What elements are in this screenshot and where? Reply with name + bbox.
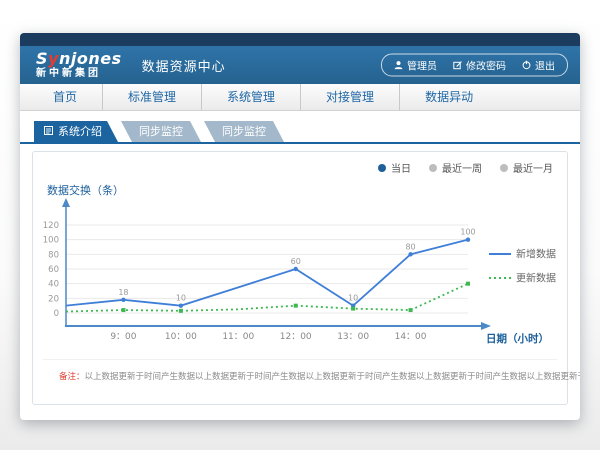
svg-text:80: 80 xyxy=(405,242,415,251)
brand-logo: Synjones 新中新集团 xyxy=(36,51,122,79)
logout-button[interactable]: 退出 xyxy=(522,58,555,73)
brand-logo-text: Synjones xyxy=(36,51,122,67)
tab-system-intro[interactable]: 系统介绍 xyxy=(34,121,118,142)
footnote-text: 以上数据更新于时间产生数据以上数据更新于时间产生数据以上数据更新于时间产生数据以… xyxy=(85,372,580,382)
nav-item-interface-mgmt[interactable]: 对接管理 xyxy=(300,84,399,110)
svg-text:日期（小时）: 日期（小时） xyxy=(486,332,549,345)
nav-item-data-change[interactable]: 数据异动 xyxy=(399,84,498,110)
svg-text:80: 80 xyxy=(48,250,59,260)
footnote-label: 备注： xyxy=(59,372,85,382)
page-background: Synjones 新中新集团 数据资源中心 管理员 修改密码 xyxy=(0,0,600,450)
change-password-button-label: 修改密码 xyxy=(466,58,506,73)
svg-text:10: 10 xyxy=(176,294,186,303)
svg-text:10：00: 10：00 xyxy=(165,332,197,342)
logo-letters-rest: njones xyxy=(59,49,122,68)
svg-text:18: 18 xyxy=(118,288,128,297)
page-title: 数据资源中心 xyxy=(142,56,226,75)
edit-icon xyxy=(453,61,462,70)
logo-letter-s: S xyxy=(36,49,48,68)
svg-text:100: 100 xyxy=(460,228,475,237)
nav-item-home[interactable]: 首页 xyxy=(28,84,102,110)
svg-text:120: 120 xyxy=(43,221,59,231)
svg-text:20: 20 xyxy=(48,294,59,304)
svg-text:9：00: 9：00 xyxy=(110,332,136,342)
svg-text:更新数据: 更新数据 xyxy=(516,272,556,285)
svg-text:11：00: 11：00 xyxy=(222,332,254,342)
window-top-strip xyxy=(20,33,580,46)
tab-sync-monitor-1[interactable]: 同步监控 xyxy=(121,121,201,142)
svg-text:数据交换（条）: 数据交换（条） xyxy=(47,183,124,197)
logout-button-label: 退出 xyxy=(535,58,555,73)
tab-sync-monitor-2[interactable]: 同步监控 xyxy=(204,121,284,142)
chart-panel: 当日 最近一周 最近一月 数据交换（条）0204060801001209：001… xyxy=(32,151,568,405)
tab-label: 同步监控 xyxy=(222,121,266,142)
nav-item-system-mgmt[interactable]: 系统管理 xyxy=(201,84,300,110)
tab-label: 系统介绍 xyxy=(58,121,102,142)
svg-text:14：00: 14：00 xyxy=(395,332,427,342)
data-exchange-line-chart: 数据交换（条） 0 20 40 60 80 100 120 9：00 10：00 11：00 12：0… xyxy=(33,170,569,355)
svg-text:40: 40 xyxy=(48,280,59,290)
panel-divider xyxy=(43,359,557,360)
app-window: Synjones 新中新集团 数据资源中心 管理员 修改密码 xyxy=(20,33,580,420)
user-button-label: 管理员 xyxy=(407,58,437,73)
svg-text:新增数据: 新增数据 xyxy=(516,248,556,261)
svg-text:100: 100 xyxy=(43,236,59,246)
main-nav: 首页 标准管理 系统管理 对接管理 数据异动 xyxy=(20,84,580,111)
svg-text:10: 10 xyxy=(348,294,358,303)
svg-text:13：00: 13：00 xyxy=(337,332,369,342)
svg-text:60: 60 xyxy=(291,257,301,266)
chart-area: 数据交换（条） 0 20 40 60 80 100 120 9：00 10：00 11：00 12：0… xyxy=(33,170,569,359)
user-icon xyxy=(394,61,403,70)
tab-bar: 系统介绍 同步监控 同步监控 xyxy=(20,121,580,144)
header-actions: 管理员 修改密码 退出 xyxy=(381,54,568,77)
svg-text:12：00: 12：00 xyxy=(280,332,312,342)
app-header: Synjones 新中新集团 数据资源中心 管理员 修改密码 xyxy=(20,46,580,84)
tab-label: 同步监控 xyxy=(139,121,183,142)
nav-item-standard-mgmt[interactable]: 标准管理 xyxy=(102,84,201,110)
footnote: 备注：以上数据更新于时间产生数据以上数据更新于时间产生数据以上数据更新于时间产生… xyxy=(59,370,580,382)
svg-text:60: 60 xyxy=(48,265,59,275)
document-icon xyxy=(44,121,53,142)
power-icon xyxy=(522,61,531,70)
svg-text:0: 0 xyxy=(54,309,59,319)
logo-letter-y: y xyxy=(48,49,59,68)
change-password-button[interactable]: 修改密码 xyxy=(453,58,506,73)
user-button[interactable]: 管理员 xyxy=(394,58,437,73)
brand-company-name: 新中新集团 xyxy=(36,69,122,79)
